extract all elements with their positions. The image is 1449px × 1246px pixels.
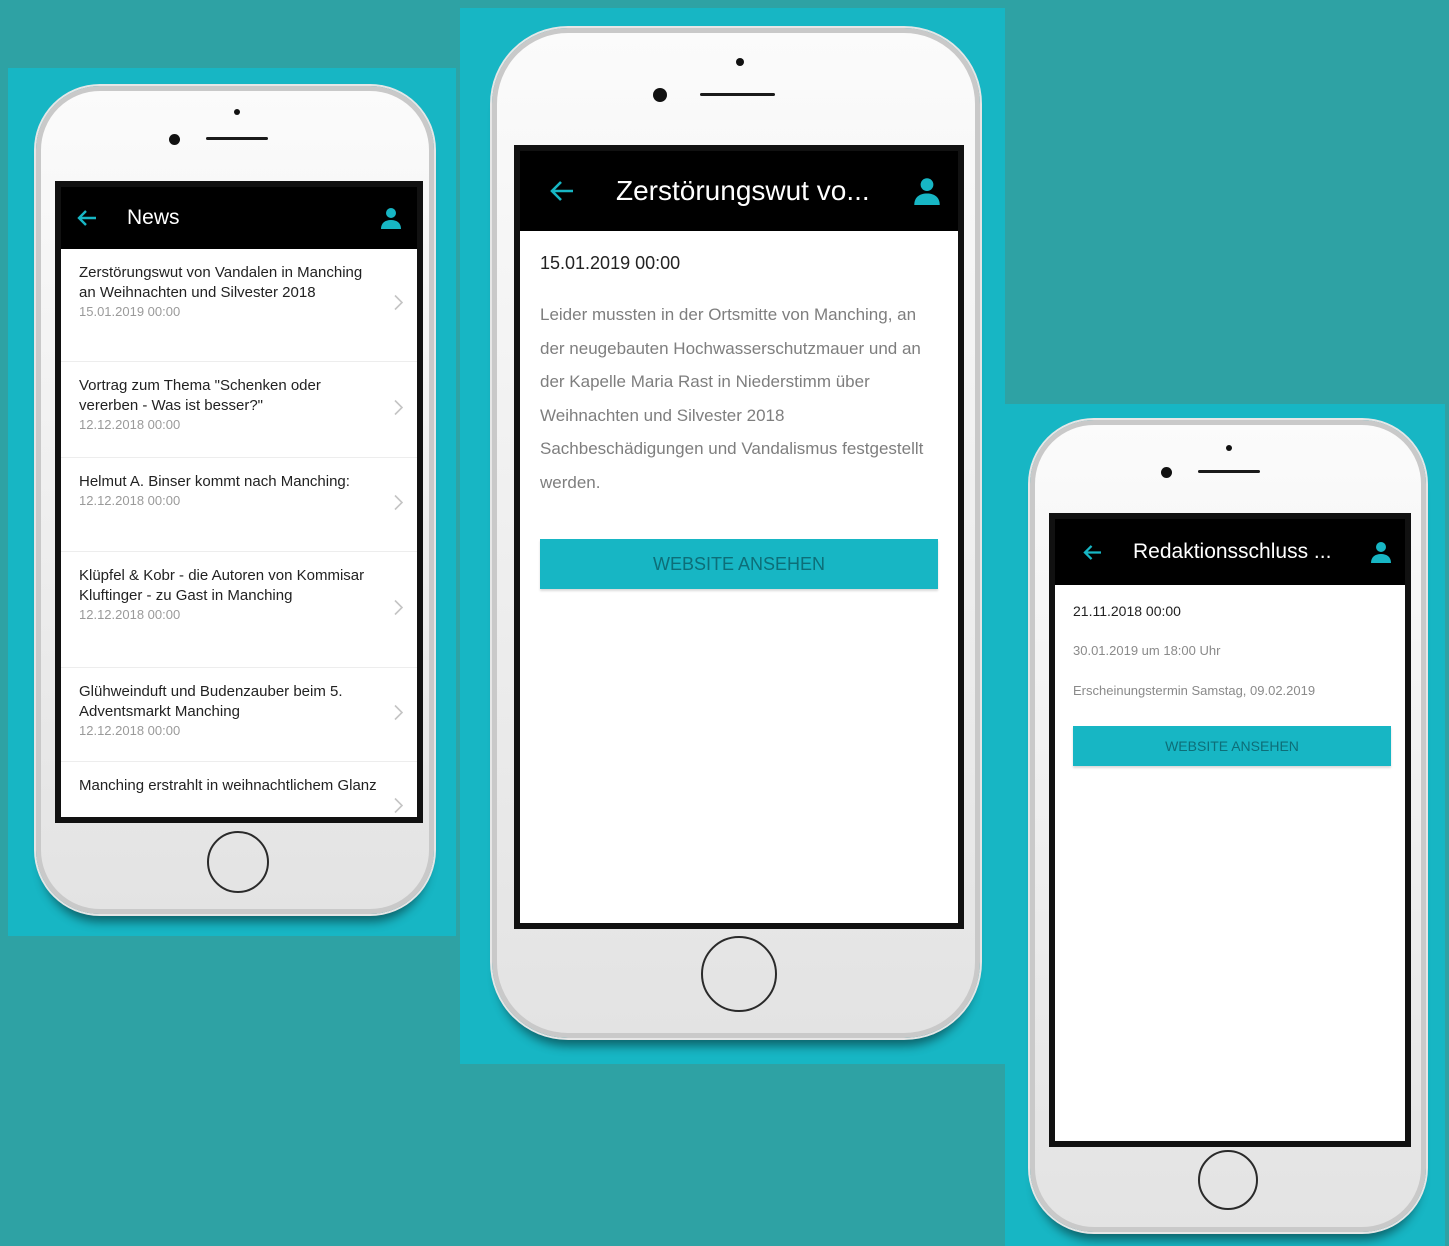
sensor-dot xyxy=(234,109,240,115)
article-date: 15.01.2019 00:00 xyxy=(540,253,681,273)
list-item[interactable]: Zerstörungswut von Vandalen in Manching … xyxy=(61,249,417,362)
front-camera xyxy=(653,88,667,102)
sensor-dot xyxy=(736,58,744,66)
home-button[interactable] xyxy=(207,831,269,893)
front-camera xyxy=(1161,467,1172,478)
screen: News Zerstörungswut von Vandalen in Manc… xyxy=(55,181,423,823)
news-date: 12.12.2018 00:00 xyxy=(79,723,181,738)
home-button[interactable] xyxy=(1198,1150,1258,1210)
notice-deadline: 30.01.2019 um 18:00 Uhr xyxy=(1073,643,1221,658)
chevron-right-icon xyxy=(394,494,404,515)
earpiece-speaker xyxy=(700,93,775,96)
user-icon[interactable] xyxy=(1359,541,1391,563)
notice-date: 21.11.2018 00:00 xyxy=(1073,603,1181,619)
article-content: 15.01.2019 00:00 Leider mussten in der O… xyxy=(520,253,958,589)
front-camera xyxy=(169,134,180,145)
chevron-right-icon xyxy=(394,704,404,725)
article-body: Leider mussten in der Ortsmitte von Manc… xyxy=(540,305,924,492)
back-arrow-icon[interactable] xyxy=(550,180,590,202)
list-item[interactable]: Klüpfel & Kobr - die Autoren von Kommisa… xyxy=(61,552,417,668)
chevron-right-icon xyxy=(394,294,404,316)
news-list: Zerstörungswut von Vandalen in Manching … xyxy=(61,249,417,818)
earpiece-speaker xyxy=(206,137,268,140)
website-button[interactable]: WEBSITE ANSEHEN xyxy=(540,539,938,589)
news-title: Manching erstrahlt in weihnachtlichem Gl… xyxy=(79,777,377,794)
earpiece-speaker xyxy=(1198,470,1260,473)
list-item[interactable]: Manching erstrahlt in weihnachtlichem Gl… xyxy=(61,762,417,818)
list-item[interactable]: Glühweinduft und Budenzauber beim 5. Adv… xyxy=(61,668,417,762)
app-bar: Redaktionsschluss ... xyxy=(1055,519,1405,585)
chevron-right-icon xyxy=(394,797,404,818)
news-date: 12.12.2018 00:00 xyxy=(79,417,181,432)
news-title: Zerstörungswut von Vandalen in Manching … xyxy=(79,264,363,301)
page-title: Redaktionsschluss ... xyxy=(1133,540,1332,563)
website-button[interactable]: WEBSITE ANSEHEN xyxy=(1073,726,1391,766)
notice-publication: Erscheinungstermin Samstag, 09.02.2019 xyxy=(1073,683,1316,698)
news-title: Helmut A. Binser kommt nach Manching: xyxy=(79,473,350,490)
phone-news-list: News Zerstörungswut von Vandalen in Manc… xyxy=(36,86,434,914)
user-icon[interactable] xyxy=(898,177,940,205)
page-title: News xyxy=(127,206,180,229)
back-arrow-icon[interactable] xyxy=(77,209,111,227)
screen: Zerstörungswut vo... 15.01.2019 00:00 Le… xyxy=(514,145,964,929)
notice-content: 21.11.2018 00:00 30.01.2019 um 18:00 Uhr… xyxy=(1055,603,1405,766)
list-item[interactable]: Helmut A. Binser kommt nach Manching: 12… xyxy=(61,458,417,552)
home-button[interactable] xyxy=(701,936,777,1012)
news-title: Glühweinduft und Budenzauber beim 5. Adv… xyxy=(79,683,343,720)
user-icon[interactable] xyxy=(381,207,401,229)
list-item[interactable]: Vortrag zum Thema "Schenken oder vererbe… xyxy=(61,362,417,458)
chevron-right-icon xyxy=(394,399,404,420)
app-bar: News xyxy=(61,187,417,249)
phone-article-detail: Zerstörungswut vo... 15.01.2019 00:00 Le… xyxy=(492,28,980,1038)
app-bar: Zerstörungswut vo... xyxy=(520,151,958,231)
phone-notice-detail: Redaktionsschluss ... 21.11.2018 00:00 3… xyxy=(1030,420,1426,1232)
news-title: Klüpfel & Kobr - die Autoren von Kommisa… xyxy=(79,567,365,604)
sensor-dot xyxy=(1226,445,1232,451)
page-title: Zerstörungswut vo... xyxy=(616,175,870,206)
news-date: 12.12.2018 00:00 xyxy=(79,607,181,622)
news-title: Vortrag zum Thema "Schenken oder vererbe… xyxy=(79,377,321,414)
back-arrow-icon[interactable] xyxy=(1083,544,1113,561)
news-date: 15.01.2019 00:00 xyxy=(79,304,181,319)
news-date: 12.12.2018 00:00 xyxy=(79,493,181,508)
screen: Redaktionsschluss ... 21.11.2018 00:00 3… xyxy=(1049,513,1411,1147)
chevron-right-icon xyxy=(394,599,404,620)
